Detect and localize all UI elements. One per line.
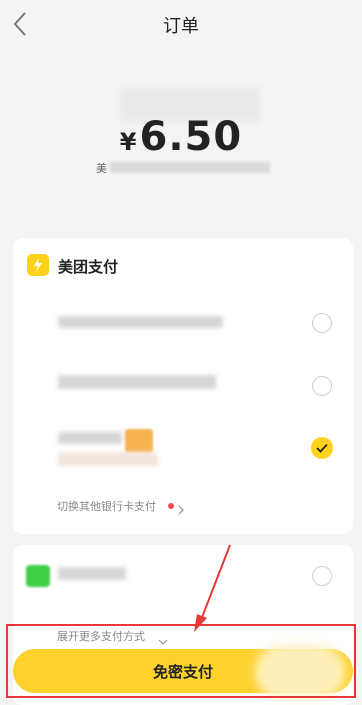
annotation-arrow [194, 544, 231, 632]
